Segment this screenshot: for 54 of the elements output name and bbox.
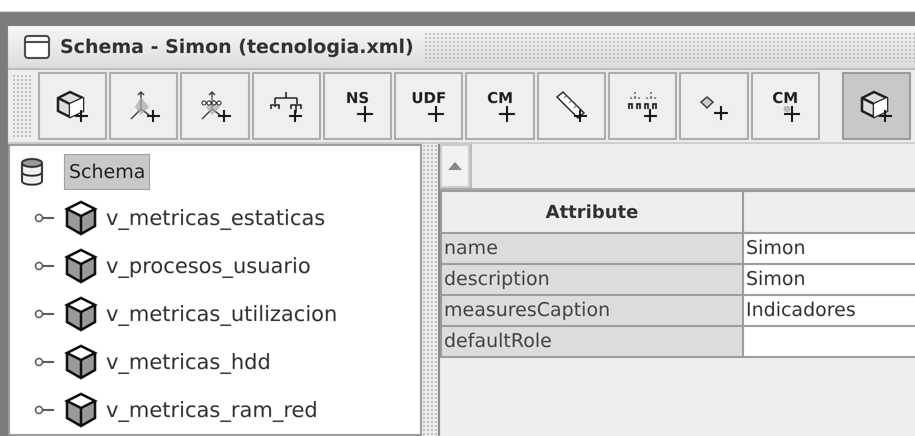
tree-item[interactable]: Schema [64,154,150,190]
plus-icon [356,106,374,122]
column-header[interactable]: Attribute [441,191,743,233]
toolbar-button[interactable]: CM [465,72,535,140]
expand-handle-icon[interactable] [34,309,56,319]
cube-icon [64,200,98,236]
toolbar-button[interactable]: UDF [394,72,464,140]
cube-add-icon [55,89,90,123]
toolbar-label: UDF [411,90,446,106]
table-cell: name [441,233,743,264]
cube-icon [64,248,98,284]
tree-item[interactable]: v_procesos_usuario [106,254,311,278]
cube-add-icon [859,89,894,123]
expand-handle-icon[interactable] [34,261,56,271]
plus-icon [426,106,445,122]
up-arrow-icon [448,162,462,170]
toolbar-button[interactable]: CM [750,72,820,140]
toolbar-label: CM [487,90,514,106]
plus-icon [498,106,516,122]
table-cell: Simon [743,233,915,264]
toolbar-button[interactable] [608,72,678,140]
scroll-up-button[interactable] [440,144,470,188]
window-title: Schema - Simon (tecnologia.xml) [60,36,414,58]
toolbar-button[interactable] [842,72,911,140]
tree-item[interactable]: v_metricas_ram_red [106,398,318,422]
cube-icon [64,392,98,428]
tree-item[interactable]: v_metricas_utilizacion [106,302,338,326]
tree-item[interactable]: v_metricas_estaticas [106,206,326,230]
expand-handle-icon[interactable] [34,213,56,223]
plus-icon [783,106,802,122]
table-cell: measuresCaption [441,295,743,326]
hierarchy-add-icon [269,89,304,123]
levels-add-icon [626,89,660,123]
expand-handle-icon[interactable] [34,405,56,415]
expand-handle-icon[interactable] [34,357,56,367]
window-icon [24,35,50,59]
table-cell: Indicadores [743,295,915,326]
table-cell: defaultRole [441,326,743,357]
toolbar-label: NS [346,90,370,106]
toolbar-grip[interactable] [12,74,32,138]
ruler-add-icon [554,89,588,123]
toolbar-button[interactable]: NS [322,72,392,140]
cube-icon [64,296,98,332]
toolbar-button[interactable] [252,72,321,140]
splitter-handle[interactable] [422,144,438,436]
table-cell: description [441,264,743,295]
database-icon [20,157,44,187]
toolbar-label: CM [772,90,798,106]
cube-icon [64,344,98,380]
table-cell: Simon [743,264,915,295]
toolbar-button[interactable] [38,72,108,140]
toolbar-button[interactable] [180,72,250,140]
tree-item[interactable]: v_metricas_hdd [106,350,271,374]
toolbar-button[interactable] [536,72,606,140]
